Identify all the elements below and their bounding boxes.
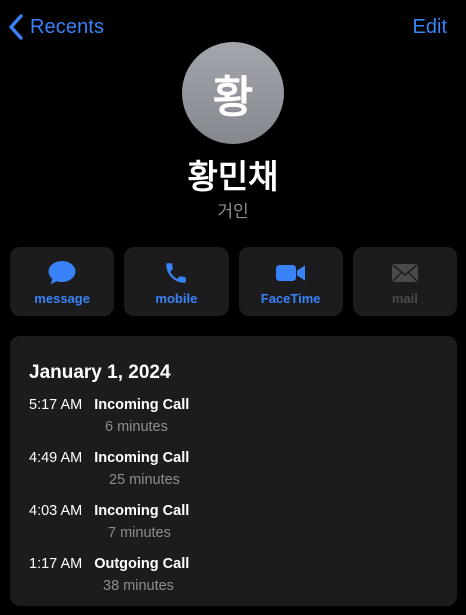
call-history-card: January 1, 2024 5:17 AM Incoming Call 6 m…	[10, 336, 457, 606]
call-duration: 25 minutes	[109, 472, 180, 488]
message-label: message	[34, 291, 90, 306]
call-entry: 1:17 AM Outgoing Call 38 minutes	[29, 555, 429, 594]
mobile-label: mobile	[155, 291, 198, 306]
message-bubble-icon	[48, 261, 76, 285]
call-type: Outgoing Call	[94, 556, 190, 572]
call-type: Incoming Call	[94, 503, 190, 519]
call-mobile-button[interactable]: mobile	[124, 247, 229, 316]
contact-actions: message mobile FaceTime mail	[10, 247, 457, 316]
call-type: Incoming Call	[94, 397, 190, 413]
call-time: 5:17 AM	[29, 397, 83, 413]
back-button[interactable]: Recents	[8, 10, 104, 44]
phone-icon	[166, 263, 187, 283]
call-entry: 4:49 AM Incoming Call 25 minutes	[29, 449, 429, 488]
call-type: Incoming Call	[94, 450, 190, 466]
call-entry: 4:03 AM Incoming Call 7 minutes	[29, 502, 429, 541]
contact-subtitle: 거인	[217, 202, 249, 222]
call-entry: 5:17 AM Incoming Call 6 minutes	[29, 396, 429, 435]
avatar[interactable]: 황	[182, 42, 284, 144]
call-time: 4:49 AM	[29, 450, 83, 466]
contact-name: 황민채	[187, 157, 279, 196]
call-time: 4:03 AM	[29, 503, 83, 519]
back-label: Recents	[30, 15, 105, 38]
mail-button[interactable]: mail	[352, 247, 457, 316]
call-time: 1:17 AM	[29, 556, 83, 572]
facetime-button[interactable]: FaceTime	[238, 247, 343, 316]
video-camera-icon	[275, 265, 305, 281]
edit-button[interactable]: Edit	[413, 10, 447, 44]
call-duration: 38 minutes	[103, 578, 174, 594]
envelope-icon	[391, 264, 418, 282]
mail-label: mail	[391, 291, 418, 306]
message-button[interactable]: message	[10, 247, 115, 316]
call-history-date: January 1, 2024	[29, 362, 171, 383]
avatar-initial: 황	[212, 72, 254, 123]
call-duration: 7 minutes	[108, 525, 171, 541]
chevron-left-icon	[9, 14, 23, 40]
facetime-label: FaceTime	[260, 291, 321, 306]
call-duration: 6 minutes	[105, 419, 168, 435]
